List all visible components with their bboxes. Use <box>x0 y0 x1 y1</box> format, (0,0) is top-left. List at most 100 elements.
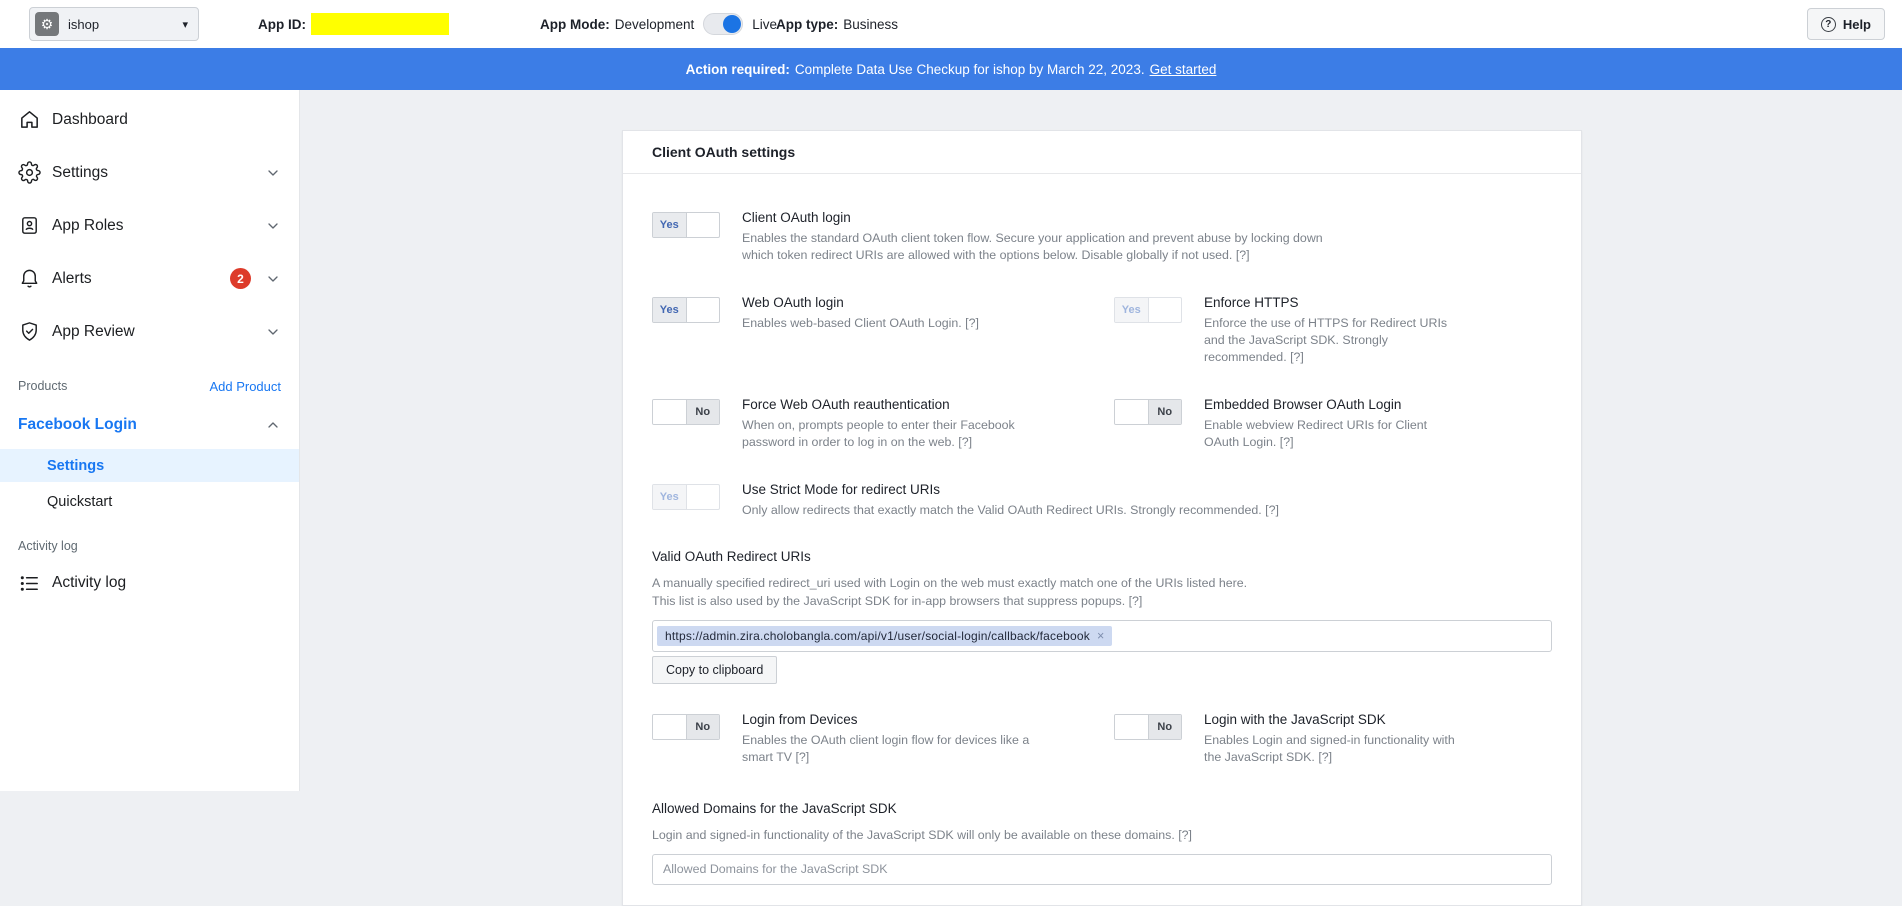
allowed-domains-input[interactable] <box>652 854 1552 885</box>
toggle-no-label: No <box>687 400 720 424</box>
toggle-no-label: No <box>1149 400 1182 424</box>
app-id-label: App ID: <box>258 17 306 32</box>
sidebar-item-label: Dashboard <box>52 111 281 129</box>
section-heading: Allowed Domains for the JavaScript SDK <box>652 801 1552 816</box>
setting-description: When on, prompts people to enter their F… <box>742 417 1057 452</box>
embedded-browser-toggle[interactable]: No <box>1114 399 1182 425</box>
toggle-yes-label: Yes <box>653 298 687 322</box>
setting-description: Enforce the use of HTTPS for Redirect UR… <box>1204 315 1456 367</box>
bell-icon <box>18 267 41 290</box>
sidebar-item-label: App Roles <box>52 217 265 235</box>
login-from-devices-row: No Login from Devices Enables the OAuth … <box>652 712 1114 767</box>
app-type-group: App type: Business <box>776 0 898 48</box>
sidebar-item-dashboard[interactable]: Dashboard <box>0 93 299 146</box>
toggle-no-label: No <box>1149 715 1182 739</box>
setting-description: Enables web-based Client OAuth Login. [?… <box>742 315 979 332</box>
setting-description: Only allow redirects that exactly match … <box>742 502 1279 519</box>
sidebar-item-app-roles[interactable]: App Roles <box>0 199 299 252</box>
add-product-link[interactable]: Add Product <box>209 379 281 394</box>
sidebar-item-label: Settings <box>52 164 265 182</box>
activity-log-section-header: Activity log <box>0 532 299 560</box>
badge-icon <box>18 214 41 237</box>
app-type-value: Business <box>843 17 898 32</box>
shield-check-icon <box>18 320 41 343</box>
setting-description: Enables Login and signed-in functionalit… <box>1204 732 1456 767</box>
sidebar-item-label: App Review <box>52 323 265 341</box>
banner-prefix: Action required: <box>686 62 790 77</box>
setting-title: Use Strict Mode for redirect URIs <box>742 482 1279 497</box>
app-mode-development: Development <box>615 17 695 32</box>
chevron-down-icon <box>265 218 281 234</box>
client-oauth-login-row: Yes Client OAuth login Enables the stand… <box>652 210 1552 265</box>
app-id-redacted-value <box>311 13 449 35</box>
app-selector-dropdown[interactable]: ⚙ ishop ▾ <box>29 7 199 41</box>
chip-remove-icon[interactable]: × <box>1097 630 1105 643</box>
sub-item-label: Quickstart <box>47 494 112 510</box>
strict-mode-toggle: Yes <box>652 484 720 510</box>
valid-oauth-redirect-uris-section: Valid OAuth Redirect URIs A manually spe… <box>652 549 1552 684</box>
section-description-line2: This list is also used by the JavaScript… <box>652 593 1552 611</box>
toggle-yes-label: Yes <box>1115 298 1149 322</box>
force-reauth-row: No Force Web OAuth reauthentication When… <box>652 397 1114 452</box>
chevron-down-icon <box>265 165 281 181</box>
client-oauth-login-toggle[interactable]: Yes <box>652 212 720 238</box>
chevron-down-icon <box>265 324 281 340</box>
products-label: Products <box>18 379 209 393</box>
copy-to-clipboard-button[interactable]: Copy to clipboard <box>652 656 777 684</box>
sidebar-item-app-review[interactable]: App Review <box>0 305 299 358</box>
setting-title: Enforce HTTPS <box>1204 295 1456 310</box>
list-icon <box>18 572 41 595</box>
sidebar-item-settings[interactable]: Settings <box>0 146 299 199</box>
force-reauth-toggle[interactable]: No <box>652 399 720 425</box>
app-mode-group: App Mode: Development Live <box>540 0 777 48</box>
web-oauth-login-toggle[interactable]: Yes <box>652 297 720 323</box>
toggle-yes-label: Yes <box>653 485 687 509</box>
app-mode-toggle[interactable] <box>703 13 743 35</box>
chevron-up-icon <box>265 417 281 433</box>
login-js-sdk-toggle[interactable]: No <box>1114 714 1182 740</box>
allowed-domains-section: Allowed Domains for the JavaScript SDK L… <box>652 801 1552 885</box>
enforce-https-toggle: Yes <box>1114 297 1182 323</box>
web-oauth-login-row: Yes Web OAuth login Enables web-based Cl… <box>652 295 1114 367</box>
setting-title: Web OAuth login <box>742 295 979 310</box>
redirect-uris-input[interactable]: https://admin.zira.cholobangla.com/api/v… <box>652 620 1552 652</box>
sidebar: Dashboard Settings App Roles Alerts 2 <box>0 90 300 791</box>
help-button[interactable]: ? Help <box>1807 8 1885 40</box>
products-section-header: Products Add Product <box>0 372 299 400</box>
banner-message: Complete Data Use Checkup for ishop by M… <box>795 62 1145 77</box>
activity-log-label: Activity log <box>52 574 281 592</box>
main-content: Client OAuth settings Yes Client OAuth l… <box>300 90 1902 791</box>
sidebar-item-facebook-login[interactable]: Facebook Login <box>0 404 299 446</box>
sidebar-item-activity-log[interactable]: Activity log <box>0 562 299 604</box>
gear-icon <box>18 161 41 184</box>
sidebar-item-fb-login-quickstart[interactable]: Quickstart <box>0 485 299 518</box>
home-icon <box>18 108 41 131</box>
toggle-knob <box>723 15 741 33</box>
app-name: ishop <box>68 17 182 32</box>
setting-description: Enable webview Redirect URIs for Client … <box>1204 417 1456 452</box>
setting-title: Login with the JavaScript SDK <box>1204 712 1456 727</box>
sidebar-item-label: Alerts <box>52 270 230 288</box>
section-description: Login and signed-in functionality of the… <box>652 827 1552 845</box>
enforce-https-row: Yes Enforce HTTPS Enforce the use of HTT… <box>1114 295 1552 367</box>
toggle-yes-label: Yes <box>653 213 687 237</box>
setting-description: Enables the standard OAuth client token … <box>742 230 1347 265</box>
sidebar-item-fb-login-settings[interactable]: Settings <box>0 449 299 482</box>
chevron-down-icon <box>265 271 281 287</box>
embedded-browser-row: No Embedded Browser OAuth Login Enable w… <box>1114 397 1552 452</box>
app-avatar-icon: ⚙ <box>35 12 59 36</box>
top-bar: ⚙ ishop ▾ App ID: App Mode: Development … <box>0 0 1902 48</box>
setting-title: Client OAuth login <box>742 210 1347 225</box>
login-from-devices-toggle[interactable]: No <box>652 714 720 740</box>
sidebar-item-alerts[interactable]: Alerts 2 <box>0 252 299 305</box>
section-heading: Valid OAuth Redirect URIs <box>652 549 1552 564</box>
app-id-group: App ID: <box>258 0 449 48</box>
setting-title: Embedded Browser OAuth Login <box>1204 397 1456 412</box>
client-oauth-settings-card: Client OAuth settings Yes Client OAuth l… <box>622 130 1582 906</box>
sub-item-label: Settings <box>47 458 104 474</box>
uri-chip: https://admin.zira.cholobangla.com/api/v… <box>657 626 1112 646</box>
get-started-link[interactable]: Get started <box>1150 62 1217 77</box>
help-label: Help <box>1843 17 1871 32</box>
activity-log-section-label: Activity log <box>18 539 281 553</box>
app-mode-label: App Mode: <box>540 17 610 32</box>
